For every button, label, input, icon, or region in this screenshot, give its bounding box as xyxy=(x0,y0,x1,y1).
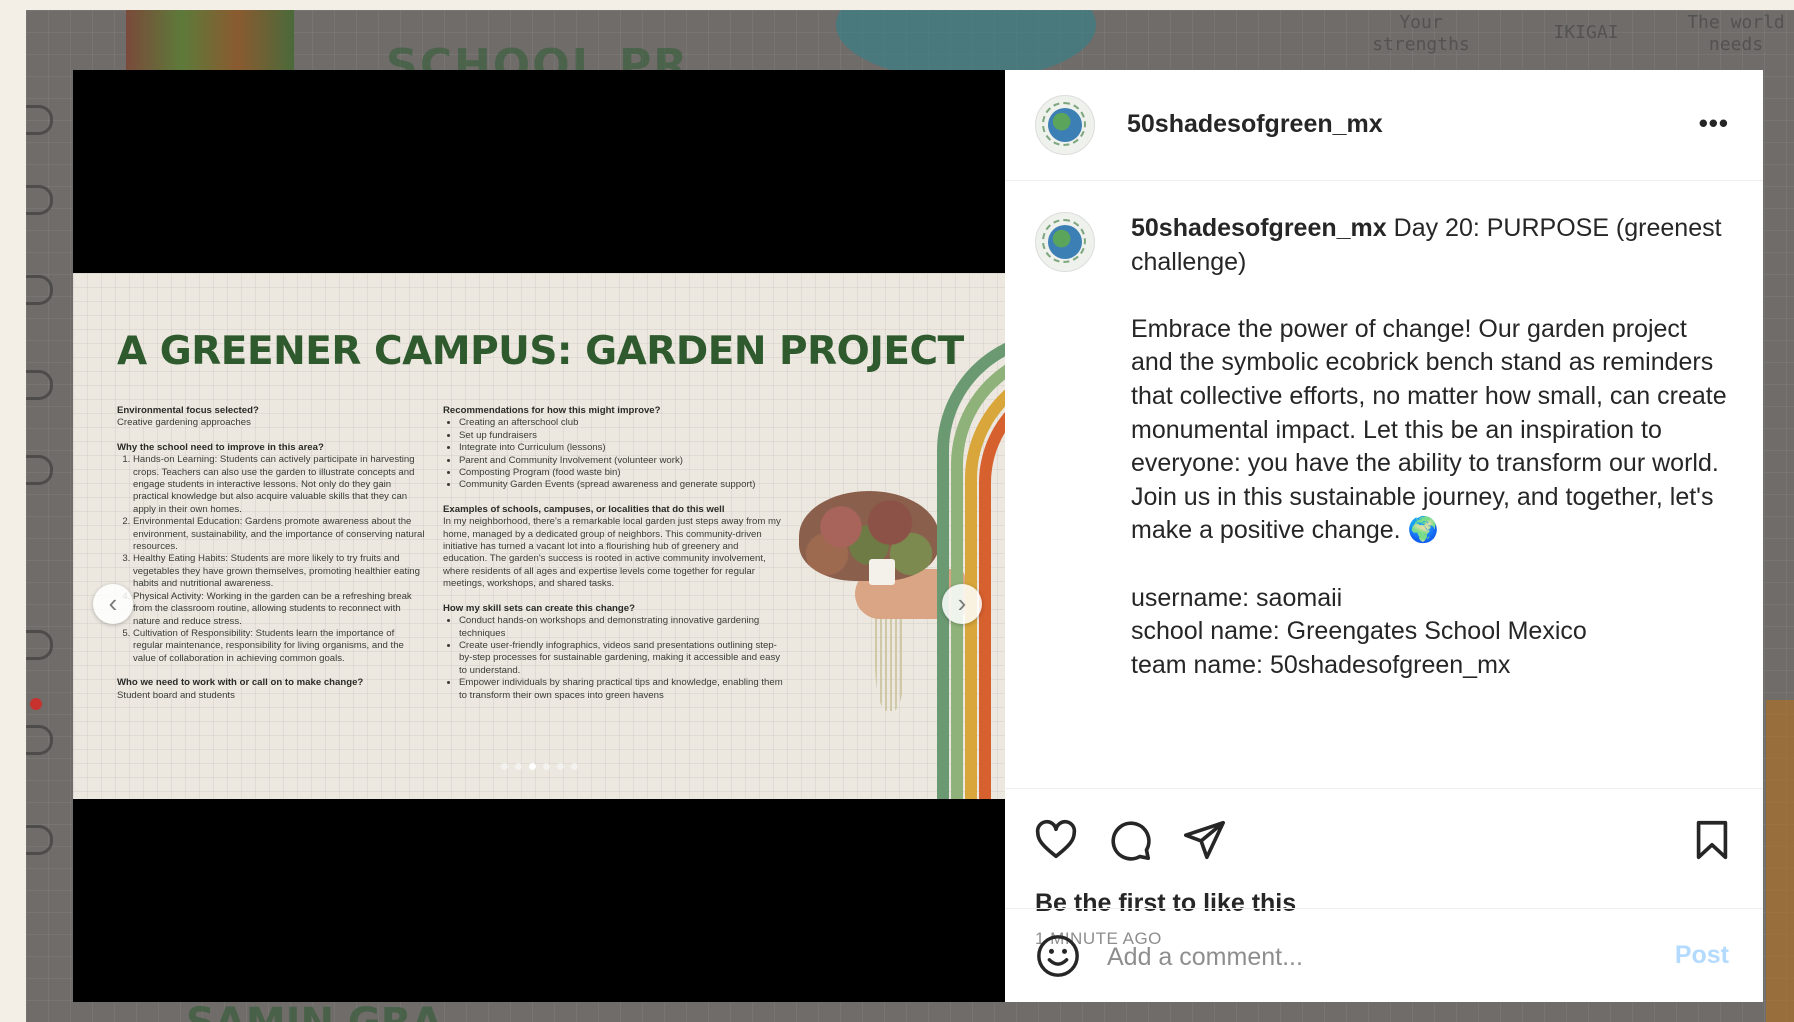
skill-item: Conduct hands-on workshops and demonstra… xyxy=(459,615,783,640)
plant-in-hand-image xyxy=(799,491,965,731)
carousel-next-button[interactable]: › xyxy=(942,584,982,624)
caption-username[interactable]: 50shadesofgreen_mx xyxy=(1131,214,1387,242)
globe-icon xyxy=(1048,225,1082,259)
recommendation-item: Parent and Community Involvement (volunt… xyxy=(459,455,783,467)
emoji-icon[interactable] xyxy=(1035,933,1081,979)
globe-icon xyxy=(1048,108,1082,142)
recommendation-item: Integrate into Curriculum (lessons) xyxy=(459,442,783,454)
recommendations-heading: Recommendations for how this might impro… xyxy=(443,405,661,416)
carousel-slide: A GREENER CAMPUS: GARDEN PROJECT Environ… xyxy=(73,273,1005,799)
toolbar-icon[interactable] xyxy=(26,725,53,755)
caption-detail: school name: Greengates School Mexico xyxy=(1131,617,1587,646)
toolbar-icon[interactable] xyxy=(26,630,53,660)
ikigai-center-label: IKIGAI xyxy=(1553,22,1619,43)
rainbow-arcs-decoration xyxy=(937,331,1005,799)
background-right-strip xyxy=(1766,700,1794,1022)
reasons-list: Hands-on Learning: Students can actively… xyxy=(117,454,425,665)
examples-body: In my neighborhood, there's a remarkable… xyxy=(443,516,781,590)
carousel-dot[interactable] xyxy=(570,763,578,770)
recommendations-list: Creating an afterschool club Set up fund… xyxy=(443,417,783,491)
skill-item: Empower individuals by sharing practical… xyxy=(459,677,783,702)
focus-heading: Environmental focus selected? xyxy=(117,405,259,416)
avatar[interactable] xyxy=(1035,95,1095,155)
reason-item: Environmental Education: Gardens promote… xyxy=(133,516,425,553)
reason-item: Hands-on Learning: Students can actively… xyxy=(133,454,425,516)
examples-heading: Examples of schools, campuses, or locali… xyxy=(443,503,725,515)
caption-detail: team name: 50shadesofgreen_mx xyxy=(1131,650,1511,679)
carousel-prev-button[interactable]: ‹ xyxy=(93,584,133,624)
carousel-dot[interactable] xyxy=(514,763,522,770)
background-bottom-text: SAMIN GRA xyxy=(186,1000,442,1022)
header-username[interactable]: 50shadesofgreen_mx xyxy=(1127,110,1383,139)
recommendation-item: Community Garden Events (spread awarenes… xyxy=(459,479,783,491)
skills-heading: How my skill sets can create this change… xyxy=(443,602,635,614)
toolbar-icon[interactable] xyxy=(26,105,53,135)
bookmark-icon[interactable] xyxy=(1689,817,1735,863)
post-sidebar: 50shadesofgreen_mx ••• 50shadesofgreen_m… xyxy=(1005,70,1763,1002)
slide-left-column: Environmental focus selected? Creative g… xyxy=(117,405,425,714)
vegetables-image xyxy=(126,10,294,70)
who-heading: Who we need to work with or call on to m… xyxy=(117,677,364,689)
post-media[interactable]: A GREENER CAMPUS: GARDEN PROJECT Environ… xyxy=(73,70,1005,1002)
caption-detail: username: saomaii xyxy=(1131,583,1343,612)
slide-title: A GREENER CAMPUS: GARDEN PROJECT xyxy=(117,329,964,374)
toolbar-icon[interactable] xyxy=(26,275,53,305)
who-value: Student board and students xyxy=(117,689,235,701)
recommendation-item: Composting Program (food waste bin) xyxy=(459,467,783,479)
post-caption: 50shadesofgreen_mx Day 20: PURPOSE (gree… xyxy=(1131,212,1731,682)
post-modal: A GREENER CAMPUS: GARDEN PROJECT Environ… xyxy=(73,70,1763,1002)
skill-item: Create user-friendly infographics, video… xyxy=(459,640,783,677)
recommendation-item: Creating an afterschool club xyxy=(459,417,783,429)
comment-input[interactable] xyxy=(1105,939,1629,975)
why-heading: Why the school need to improve in this a… xyxy=(117,441,324,453)
comment-composer: Post xyxy=(1005,908,1763,1003)
avatar[interactable] xyxy=(1035,212,1095,272)
focus-value: Creative gardening approaches xyxy=(117,417,251,429)
more-options-button[interactable]: ••• xyxy=(1699,108,1729,139)
carousel-dot[interactable] xyxy=(500,763,508,770)
post-comment-button[interactable]: Post xyxy=(1675,941,1729,970)
toolbar-icon[interactable] xyxy=(26,455,53,485)
caption-scroll-area[interactable]: 50shadesofgreen_mx Day 20: PURPOSE (gree… xyxy=(1005,180,1763,788)
carousel-dot[interactable] xyxy=(542,763,550,770)
heart-icon[interactable] xyxy=(1033,817,1079,863)
reason-item: Healthy Eating Habits: Students are more… xyxy=(133,553,425,590)
carousel-dot[interactable] xyxy=(556,763,564,770)
share-icon[interactable] xyxy=(1181,817,1227,863)
toolbar-icon[interactable] xyxy=(26,825,53,855)
reason-item: Physical Activity: Working in the garden… xyxy=(133,591,425,628)
ikigai-right-label: The world needs xyxy=(1687,12,1785,55)
status-dot xyxy=(30,698,42,710)
carousel-dot-active[interactable] xyxy=(528,763,536,770)
left-toolbar xyxy=(26,90,72,1020)
reason-item: Cultivation of Responsibility: Students … xyxy=(133,628,425,665)
comment-icon[interactable] xyxy=(1107,817,1153,863)
ikigai-left-label: Your strengths xyxy=(1372,12,1470,55)
toolbar-icon[interactable] xyxy=(26,370,53,400)
recommendation-item: Set up fundraisers xyxy=(459,430,783,442)
caption-body: Embrace the power of change! Our garden … xyxy=(1131,314,1734,545)
post-header: 50shadesofgreen_mx ••• xyxy=(1005,70,1763,181)
skills-list: Conduct hands-on workshops and demonstra… xyxy=(443,615,783,702)
toolbar-icon[interactable] xyxy=(26,185,53,215)
carousel-indicator xyxy=(73,763,1005,770)
slide-right-column: Recommendations for how this might impro… xyxy=(443,405,783,714)
